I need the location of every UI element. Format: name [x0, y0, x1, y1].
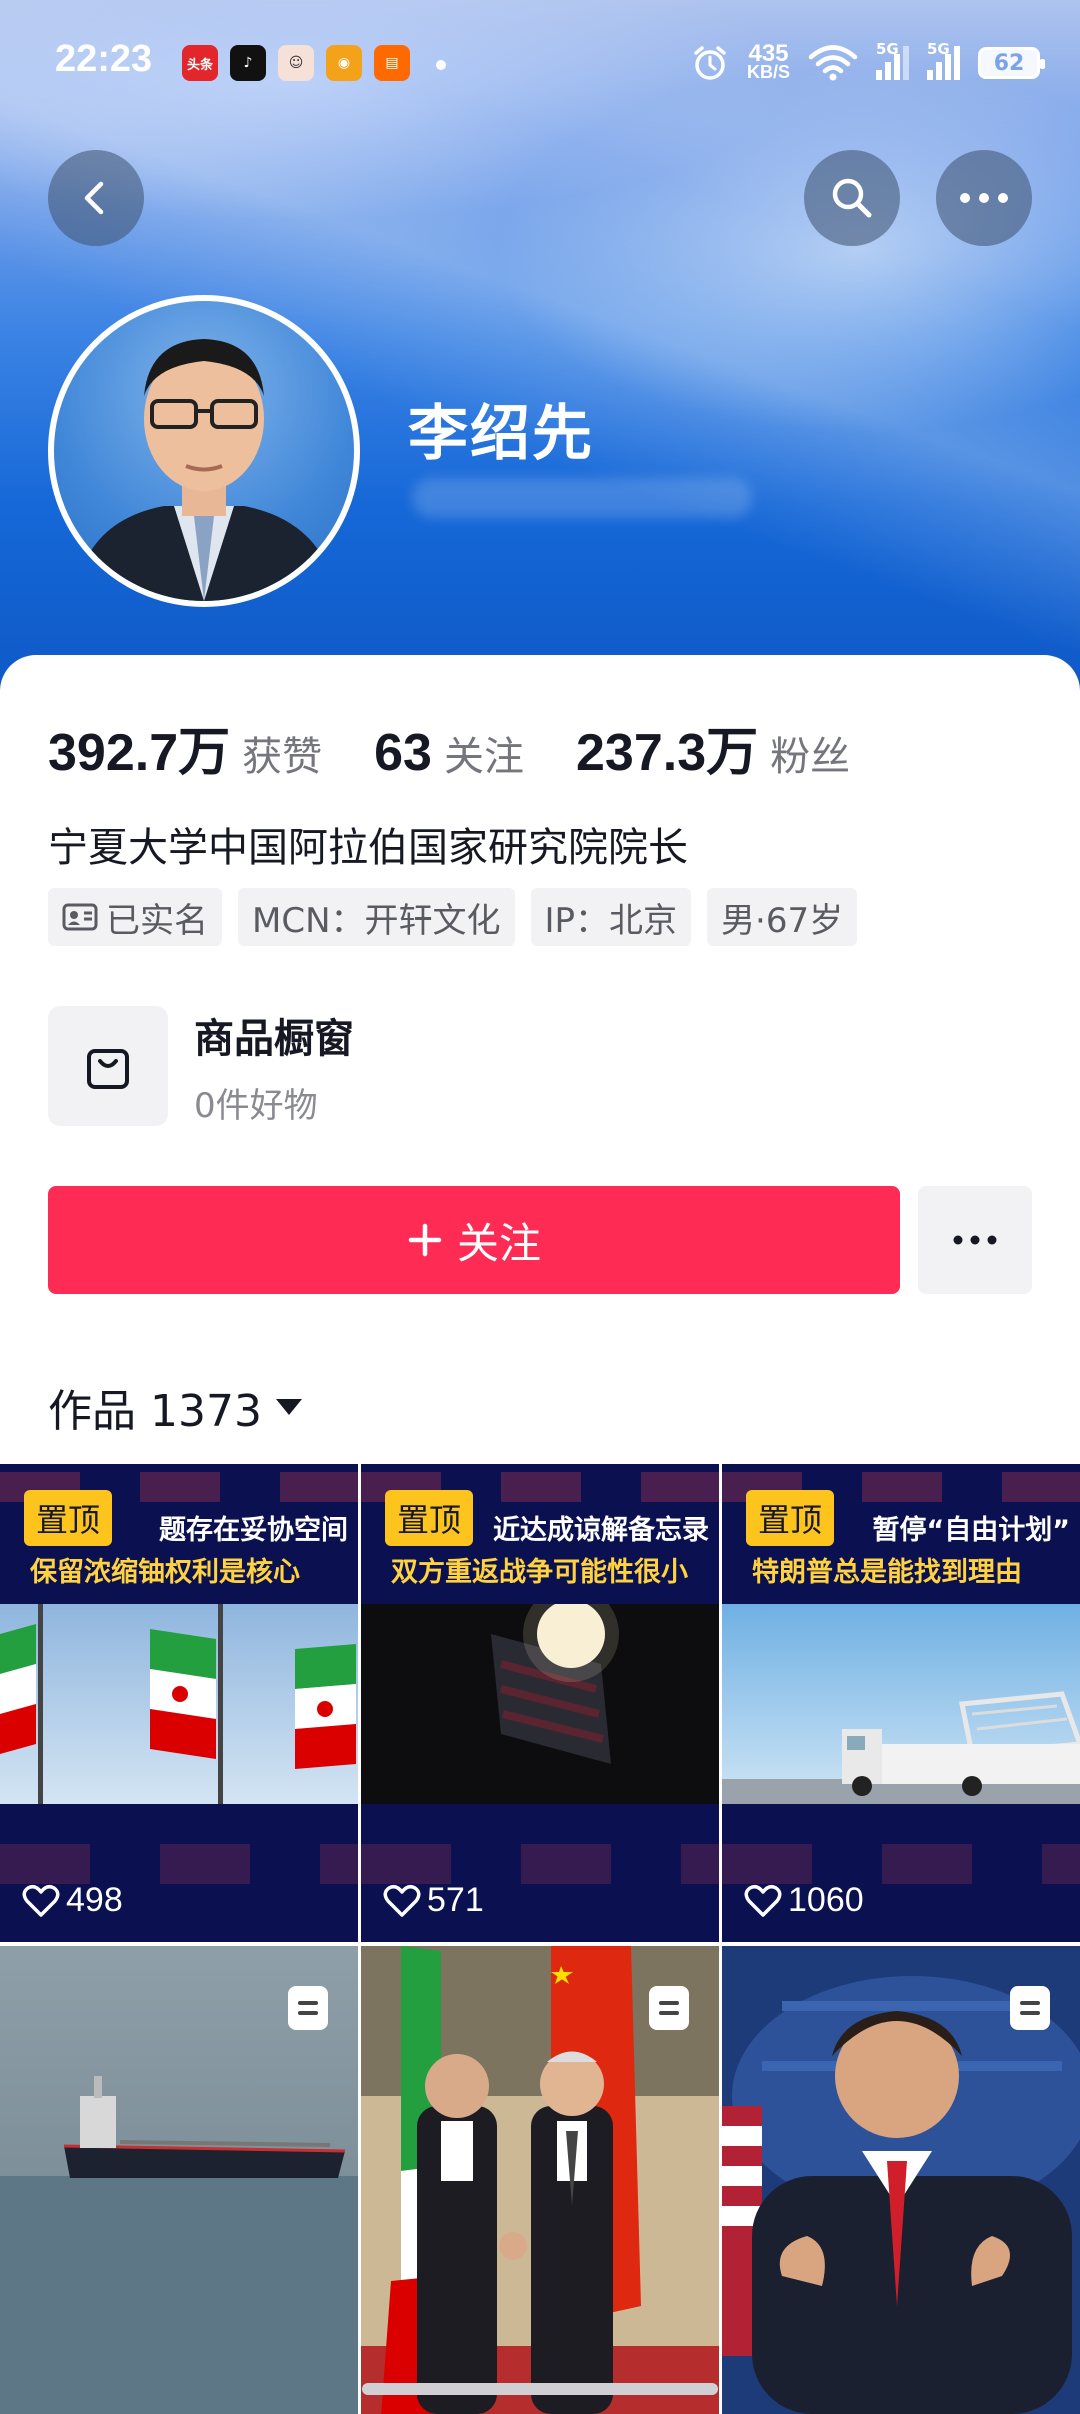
mcn-tag[interactable]: MCN：开轩文化	[238, 888, 515, 946]
shopping-bag-icon	[87, 1049, 129, 1089]
video-headline-bottom: 双方重返战争可能性很小	[391, 1557, 688, 1588]
gender-age-label: 男·67岁	[721, 900, 844, 941]
chevron-left-icon	[84, 181, 104, 215]
status-bar: 22:23 头条 ♪ ☺ ◉ ▤ 435 KB/S 5G 5G 62	[0, 0, 1080, 110]
news-banner-bottom	[361, 1804, 719, 1942]
heart-icon	[744, 1884, 782, 1917]
more-notifications-dot	[436, 60, 446, 70]
weibo-app-icon: ◉	[326, 45, 362, 81]
signal-1-icon: 5G	[876, 40, 909, 80]
network-speed: 435 KB/S	[746, 40, 790, 82]
profile-username: 李绍先	[408, 399, 594, 469]
ip-tag-label: IP：北京	[544, 900, 678, 941]
followers-label[interactable]: 粉丝	[770, 724, 850, 782]
shop-subtitle: 0件好物	[194, 1085, 318, 1126]
pinned-badge: 置顶	[24, 1490, 113, 1546]
video-headline-bottom: 特朗普总是能找到理由	[752, 1557, 1022, 1588]
works-tab-label: 作品 1373	[48, 1386, 262, 1437]
ellipsis-icon	[953, 1235, 997, 1245]
news-banner-bottom	[722, 1804, 1080, 1942]
profile-bio: 宁夏大学中国阿拉伯国家研究院院长	[48, 825, 688, 871]
video-headline-bottom: 保留浓缩铀权利是核心	[30, 1557, 300, 1588]
like-count: 571	[383, 1881, 484, 1920]
battery-indicator: 62	[978, 47, 1045, 79]
mcn-tag-label: MCN：开轩文化	[252, 900, 501, 941]
followers-count[interactable]: 237.3万	[576, 710, 758, 785]
signal-2-icon: 5G	[927, 40, 960, 80]
like-count-value: 1060	[788, 1881, 864, 1919]
like-count: 498	[22, 1881, 123, 1920]
video-thumbnail[interactable]: 题存在妥协空间 保留浓缩铀权利是核心 置顶 498	[0, 1464, 358, 1942]
like-count-value: 498	[66, 1881, 123, 1919]
profile-more-button[interactable]	[918, 1186, 1032, 1294]
home-indicator[interactable]	[362, 2383, 718, 2395]
like-count: 1060	[744, 1881, 864, 1920]
plus-icon	[408, 1223, 442, 1257]
wifi-icon	[808, 45, 858, 81]
document-icon	[288, 1986, 328, 2030]
pinned-badge: 置顶	[385, 1490, 474, 1546]
shop-window-entry[interactable]: 商品橱窗 0件好物	[48, 1006, 748, 1126]
heart-icon	[383, 1884, 421, 1917]
likes-label[interactable]: 获赞	[242, 724, 322, 782]
video-thumbnail[interactable]: 近达成谅解备忘录 双方重返战争可能性很小 置顶 571	[361, 1464, 719, 1942]
night-flag-image	[361, 1604, 719, 1804]
ellipsis-icon	[960, 193, 1008, 203]
caret-down-icon	[275, 1399, 302, 1415]
profile-stats: 392.7万 获赞 63 关注 237.3万 粉丝	[48, 710, 850, 785]
blurred-handle	[412, 478, 752, 518]
gender-age-tag: 男·67岁	[707, 888, 858, 946]
shopping-bag-container	[48, 1006, 168, 1126]
news-banner-bottom	[0, 1804, 358, 1942]
shop-title: 商品橱窗	[194, 1015, 354, 1062]
id-card-icon	[62, 903, 98, 931]
follow-button[interactable]: 关注	[48, 1186, 900, 1294]
image-post-thumbnail[interactable]	[361, 1946, 719, 2414]
following-label[interactable]: 关注	[444, 724, 524, 782]
alarm-icon	[694, 46, 726, 80]
ip-location-tag: IP：北京	[530, 888, 692, 946]
profile-tags: 已实名 MCN：开轩文化 IP：北京 男·67岁	[48, 888, 858, 946]
status-time: 22:23	[55, 38, 153, 80]
video-thumbnail[interactable]: 暂停“自由计划” 特朗普总是能找到理由 置顶 1060	[722, 1464, 1080, 1942]
image-post-thumbnail[interactable]	[722, 1946, 1080, 2414]
truck-image	[722, 1604, 1080, 1804]
document-icon	[1010, 1986, 1050, 2030]
pinned-badge: 置顶	[746, 1490, 835, 1546]
avatar-portrait-image	[74, 339, 339, 601]
back-button[interactable]	[48, 150, 144, 246]
tiktok-app-icon: ♪	[230, 45, 266, 81]
following-count[interactable]: 63	[374, 723, 432, 783]
search-button[interactable]	[804, 150, 900, 246]
verified-tag-label: 已实名	[106, 900, 208, 941]
works-tab[interactable]: 作品 1373	[48, 1375, 304, 1439]
follow-button-label: 关注	[456, 1218, 541, 1268]
avatar-app-icon: ☺	[278, 45, 314, 81]
like-count-value: 571	[427, 1881, 484, 1919]
image-post-thumbnail[interactable]	[0, 1946, 358, 2414]
document-icon	[649, 1986, 689, 2030]
likes-count[interactable]: 392.7万	[48, 710, 230, 785]
toutiao-app-icon: 头条	[182, 45, 218, 81]
heart-icon	[22, 1884, 60, 1917]
search-icon	[832, 178, 872, 218]
taobao-app-icon: ▤	[374, 45, 410, 81]
verified-tag[interactable]: 已实名	[48, 888, 222, 946]
iran-flags-image	[0, 1604, 358, 1804]
more-options-button[interactable]	[936, 150, 1032, 246]
profile-avatar[interactable]	[48, 295, 360, 607]
